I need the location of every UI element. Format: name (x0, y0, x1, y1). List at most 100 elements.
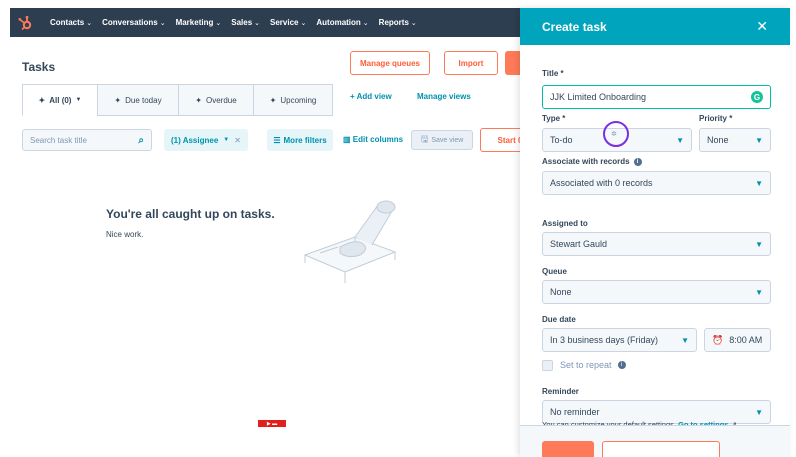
panel-header: Create task ✕ (520, 8, 790, 45)
close-icon[interactable]: ✕ (234, 136, 241, 145)
more-filters-button[interactable]: ☰ More filters (267, 129, 333, 151)
youtube-icon: ▶ ▬ (258, 420, 286, 427)
priority-value: None (707, 135, 729, 145)
edit-columns-button[interactable]: ▥ Edit columns (343, 135, 403, 144)
chevron-down-icon: ⌄ (410, 20, 417, 27)
panel-body: Title * JJK Limited Onboarding G Type * … (520, 45, 790, 429)
create-and-add-another-button[interactable] (602, 441, 720, 457)
queue-select[interactable]: None ▼ (542, 280, 771, 304)
empty-state-title: You're all caught up on tasks. (106, 207, 275, 221)
clock-icon: ⏰ (712, 334, 724, 345)
assigned-select[interactable]: Stewart Gauld ▼ (542, 232, 771, 256)
associate-select[interactable]: Associated with 0 records ▼ (542, 171, 771, 195)
due-date-label: Due date (542, 315, 576, 324)
pin-icon: ✦ (38, 95, 46, 105)
nav-marketing[interactable]: Marketing ⌄ (176, 18, 222, 27)
due-date-select[interactable]: In 3 business days (Friday) ▼ (542, 328, 697, 352)
repeat-checkbox[interactable] (542, 360, 553, 371)
caret-down-icon: ▼ (75, 97, 82, 103)
title-input[interactable]: JJK Limited Onboarding G (542, 85, 771, 109)
manage-views-link[interactable]: Manage views (417, 92, 471, 101)
associate-label: Associate with records i (542, 157, 642, 166)
add-view-link[interactable]: + Add view (350, 92, 392, 101)
cursor-icon: ✲ (611, 131, 617, 138)
search-placeholder: Search task title (30, 135, 87, 145)
chevron-down-icon: ⌄ (362, 20, 369, 27)
tab-due-today[interactable]: ✦ Due today (97, 84, 179, 116)
repeat-label: Set to repeat i (560, 360, 626, 370)
chevron-down-icon: ⌄ (86, 20, 93, 27)
nav-service[interactable]: Service ⌄ (270, 18, 306, 27)
caret-down-icon: ▼ (681, 335, 689, 345)
tab-label: All (0) (49, 95, 72, 105)
chevron-down-icon: ⌄ (215, 20, 222, 27)
assignee-filter-label: (1) Assignee (171, 135, 219, 145)
filter-icon: ☰ (273, 135, 281, 145)
time-select[interactable]: ⏰ 8:00 AM (704, 328, 771, 352)
view-tabs: ✦ All (0) ▼ ✦ Due today ✦ Overdue ✦ Upco… (22, 84, 333, 116)
assigned-label: Assigned to (542, 219, 588, 228)
search-icon: ⌕ (138, 134, 144, 146)
tab-overdue[interactable]: ✦ Overdue (178, 84, 254, 116)
lounge-chair-illustration (303, 200, 397, 283)
title-label: Title * (542, 69, 564, 78)
tab-label: Due today (125, 95, 162, 105)
save-view-button[interactable]: 🖫 Save view (411, 130, 473, 150)
pin-icon: ✦ (269, 95, 277, 105)
chevron-down-icon: ⌄ (300, 20, 307, 27)
info-icon[interactable]: i (633, 157, 642, 166)
nav-contacts[interactable]: Contacts ⌄ (50, 18, 92, 27)
assignee-filter[interactable]: (1) Assignee ▼ ✕ (164, 129, 248, 151)
page-title: Tasks (22, 60, 56, 74)
type-value: To-do (550, 135, 573, 145)
caret-down-icon: ▼ (755, 135, 763, 145)
save-view-label: Save view (431, 136, 464, 144)
tab-label: Upcoming (280, 95, 317, 105)
type-label: Type * (542, 114, 566, 123)
hubspot-logo-icon[interactable] (10, 8, 40, 37)
manage-queues-button[interactable]: Manage queues (350, 51, 430, 75)
caret-down-icon: ▼ (755, 178, 763, 188)
tasks-page: Tasks Manage queues Import ✦ All (0) ▼ ✦… (10, 37, 530, 457)
panel-footer (520, 425, 790, 457)
pin-icon: ✦ (114, 95, 122, 105)
tab-all[interactable]: ✦ All (0) ▼ (22, 84, 98, 116)
close-icon[interactable]: ✕ (756, 18, 768, 35)
columns-icon: ▥ (343, 135, 351, 144)
edit-columns-label: Edit columns (352, 135, 404, 144)
caret-down-icon: ▼ (755, 239, 763, 249)
caret-down-icon: ▼ (676, 135, 684, 145)
assigned-value: Stewart Gauld (550, 239, 608, 249)
queue-value: None (550, 287, 572, 297)
create-button[interactable] (542, 441, 594, 457)
nav-automation[interactable]: Automation ⌄ (316, 18, 368, 27)
priority-label: Priority * (699, 114, 733, 123)
chevron-down-icon: ⌄ (159, 20, 166, 27)
grammarly-icon[interactable]: G (751, 91, 763, 103)
caret-down-icon: ▼ (755, 407, 763, 417)
save-icon: 🖫 (420, 134, 429, 144)
empty-state-subtitle: Nice work. (106, 230, 144, 239)
nav-conversations[interactable]: Conversations ⌄ (102, 18, 165, 27)
top-navigation: Contacts ⌄ Conversations ⌄ Marketing ⌄ Sale… (10, 8, 530, 37)
queue-label: Queue (542, 267, 567, 276)
more-filters-label: More filters (283, 135, 327, 145)
chevron-down-icon: ⌄ (254, 20, 261, 27)
search-input[interactable]: Search task title ⌕ (22, 129, 152, 151)
tab-label: Overdue (206, 95, 237, 105)
create-task-panel: Create task ✕ Title * JJK Limited Onboar… (520, 8, 790, 457)
reminder-label: Reminder (542, 387, 579, 396)
tab-upcoming[interactable]: ✦ Upcoming (253, 84, 333, 116)
nav-reports[interactable]: Reports ⌄ (379, 18, 417, 27)
due-date-value: In 3 business days (Friday) (550, 335, 659, 345)
nav-sales[interactable]: Sales ⌄ (231, 18, 260, 27)
start-label: Start 0 (497, 135, 523, 145)
reminder-value: No reminder (550, 407, 600, 417)
info-icon[interactable]: i (617, 361, 626, 369)
import-button[interactable]: Import (444, 51, 498, 75)
time-value: 8:00 AM (729, 335, 763, 345)
title-value: JJK Limited Onboarding (550, 92, 647, 102)
pin-icon: ✦ (195, 95, 202, 105)
priority-select[interactable]: None ▼ (699, 128, 771, 152)
caret-down-icon: ▼ (755, 287, 763, 297)
